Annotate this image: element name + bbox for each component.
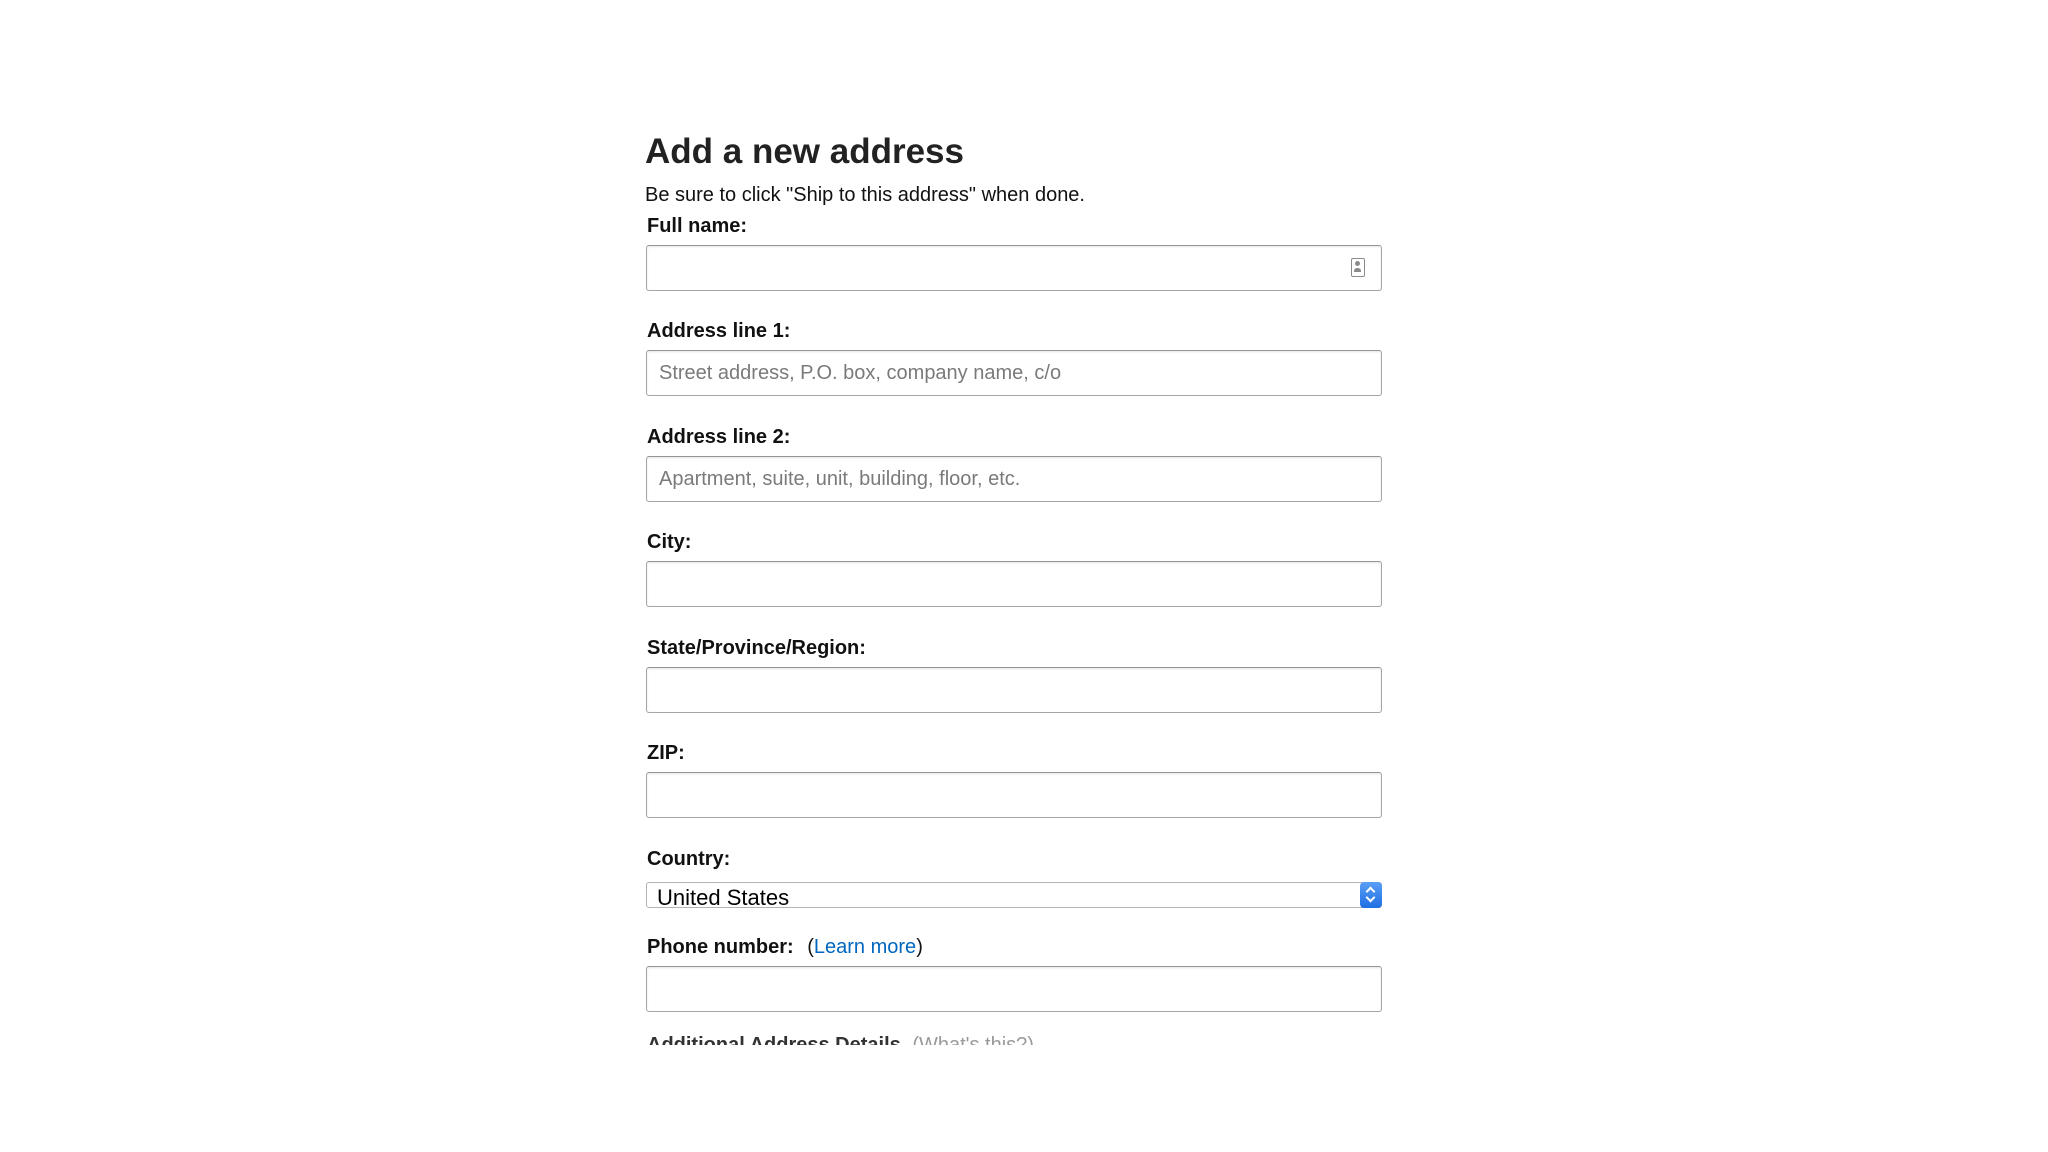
address-line-2-input[interactable]: Apartment, suite, unit, building, floor,… bbox=[646, 456, 1382, 502]
page-title: Add a new address bbox=[645, 132, 964, 171]
add-address-form: Add a new address Be sure to click "Ship… bbox=[644, 0, 1424, 1045]
country-selected-value: United States bbox=[657, 885, 790, 910]
address-line-1-placeholder: Street address, P.O. box, company name, … bbox=[659, 362, 1062, 384]
additional-details-title: Additional Address Details bbox=[647, 1034, 901, 1045]
form-instructions: Be sure to click "Ship to this address" … bbox=[645, 184, 1085, 206]
state-input[interactable] bbox=[646, 667, 1382, 713]
address-line-1-input[interactable]: Street address, P.O. box, company name, … bbox=[646, 350, 1382, 396]
learn-more-link[interactable]: Learn more bbox=[814, 936, 916, 958]
additional-details-label: Additional Address Details (What's this?… bbox=[647, 1034, 1034, 1045]
address-line-2-label: Address line 2: bbox=[647, 426, 791, 448]
zip-label: ZIP: bbox=[647, 742, 685, 764]
whats-this-link[interactable]: (What's this?) bbox=[912, 1034, 1034, 1045]
full-name-input[interactable] bbox=[646, 245, 1382, 291]
phone-label: Phone number: bbox=[647, 936, 794, 958]
phone-input[interactable] bbox=[646, 966, 1382, 1012]
paren-open: ( bbox=[807, 936, 814, 958]
zip-input[interactable] bbox=[646, 772, 1382, 818]
address-line-1-label: Address line 1: bbox=[647, 320, 791, 342]
chevron-up-down-icon[interactable] bbox=[1360, 882, 1382, 908]
city-label: City: bbox=[647, 531, 692, 553]
contact-card-icon[interactable] bbox=[1351, 258, 1365, 277]
state-label: State/Province/Region: bbox=[647, 637, 866, 659]
full-name-label: Full name: bbox=[647, 215, 748, 237]
country-label: Country: bbox=[647, 848, 731, 870]
country-select[interactable]: United States bbox=[646, 882, 1382, 910]
city-input[interactable] bbox=[646, 561, 1382, 607]
phone-label-row: Phone number: (Learn more) bbox=[647, 936, 923, 959]
paren-close: ) bbox=[916, 936, 923, 958]
address-line-2-placeholder: Apartment, suite, unit, building, floor,… bbox=[659, 468, 1021, 490]
